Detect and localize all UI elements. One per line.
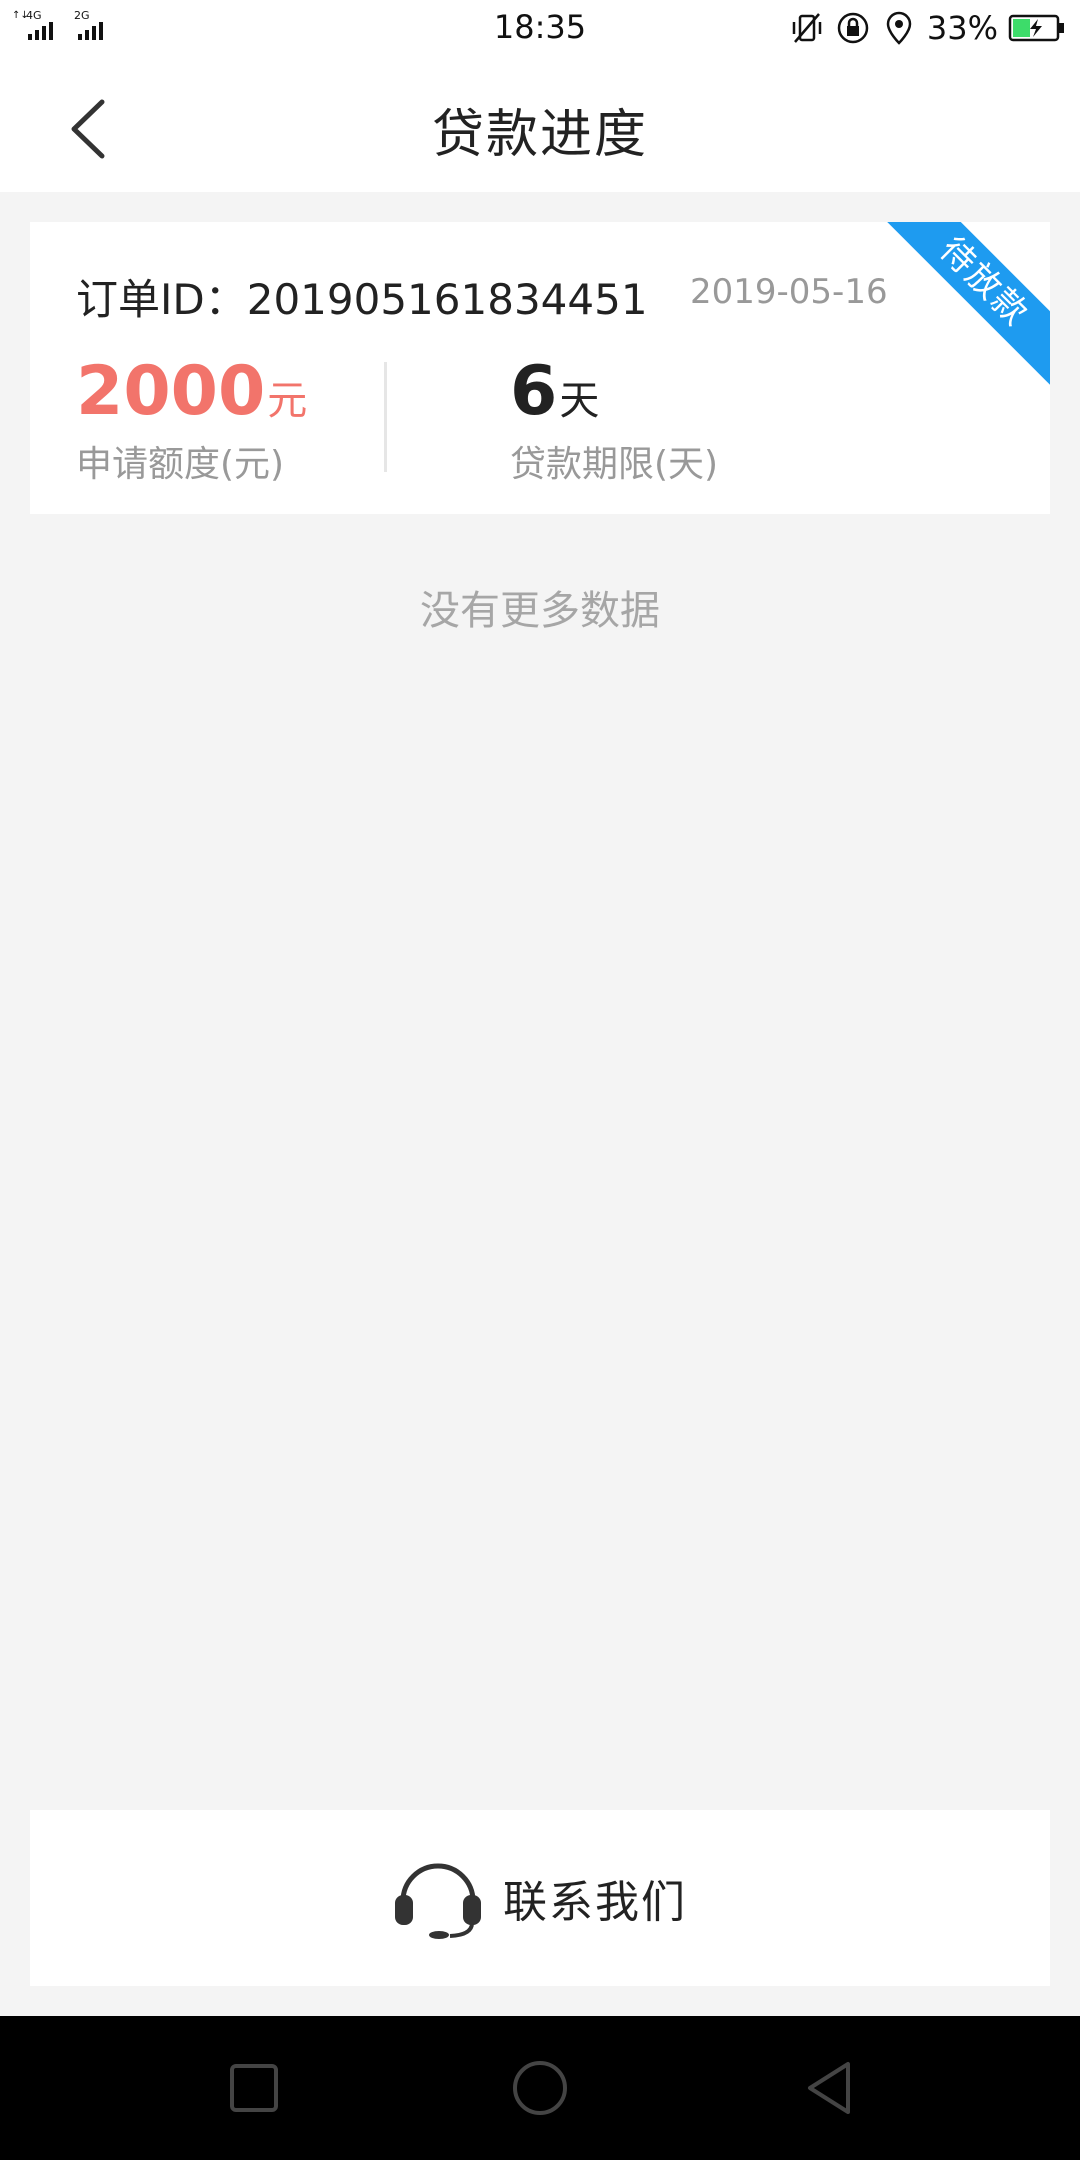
contact-us-button[interactable]: 联系我们 <box>30 1810 1050 1986</box>
term-block: 6天 贷款期限(天) <box>510 352 718 487</box>
amount-unit: 元 <box>267 378 308 424</box>
triangle-back-icon <box>808 2062 850 2114</box>
status-right-icons: 33% <box>789 8 1066 48</box>
square-icon <box>230 2064 278 2112</box>
amount-label: 申请额度(元) <box>76 444 285 485</box>
amount-block: 2000元 申请额度(元) <box>76 352 307 487</box>
page-title: 贷款进度 <box>431 105 648 165</box>
top-header: 贷款进度 <box>0 56 1080 192</box>
status-bar: ↑↓ 4G 2G 18:35 33% <box>0 0 1080 56</box>
order-id: 订单ID：201905161834451 <box>76 275 648 324</box>
order-card[interactable]: 订单ID：201905161834451 2019-05-16 待放款 2000… <box>30 222 1050 514</box>
order-date: 2019-05-16 <box>690 272 888 312</box>
vibrate-mute-icon <box>792 13 822 43</box>
circle-icon <box>513 2061 567 2115</box>
amount-value: 2000 <box>76 352 266 431</box>
headset-icon <box>395 1863 481 1939</box>
home-button[interactable] <box>508 2056 572 2120</box>
battery-charging-icon <box>1008 14 1064 42</box>
status-badge: 待放款 <box>873 222 1050 393</box>
system-nav-bar <box>0 2016 1080 2160</box>
term-value: 6 <box>510 352 558 431</box>
contact-us-label: 联系我们 <box>503 1877 687 1928</box>
location-icon <box>886 11 912 45</box>
term-label: 贷款期限(天) <box>510 444 719 485</box>
no-more-data-text: 没有更多数据 <box>420 588 660 634</box>
card-divider <box>384 362 387 472</box>
recent-apps-button[interactable] <box>222 2056 286 2120</box>
nav-back-button[interactable] <box>798 2056 862 2120</box>
rotation-lock-icon <box>837 12 869 44</box>
term-unit: 天 <box>559 378 600 424</box>
battery-percent: 33% <box>926 9 998 47</box>
loan-progress-screen: ↑↓ 4G 2G 18:35 33% 贷款进度 订单ID：20190516183… <box>0 0 1080 2160</box>
